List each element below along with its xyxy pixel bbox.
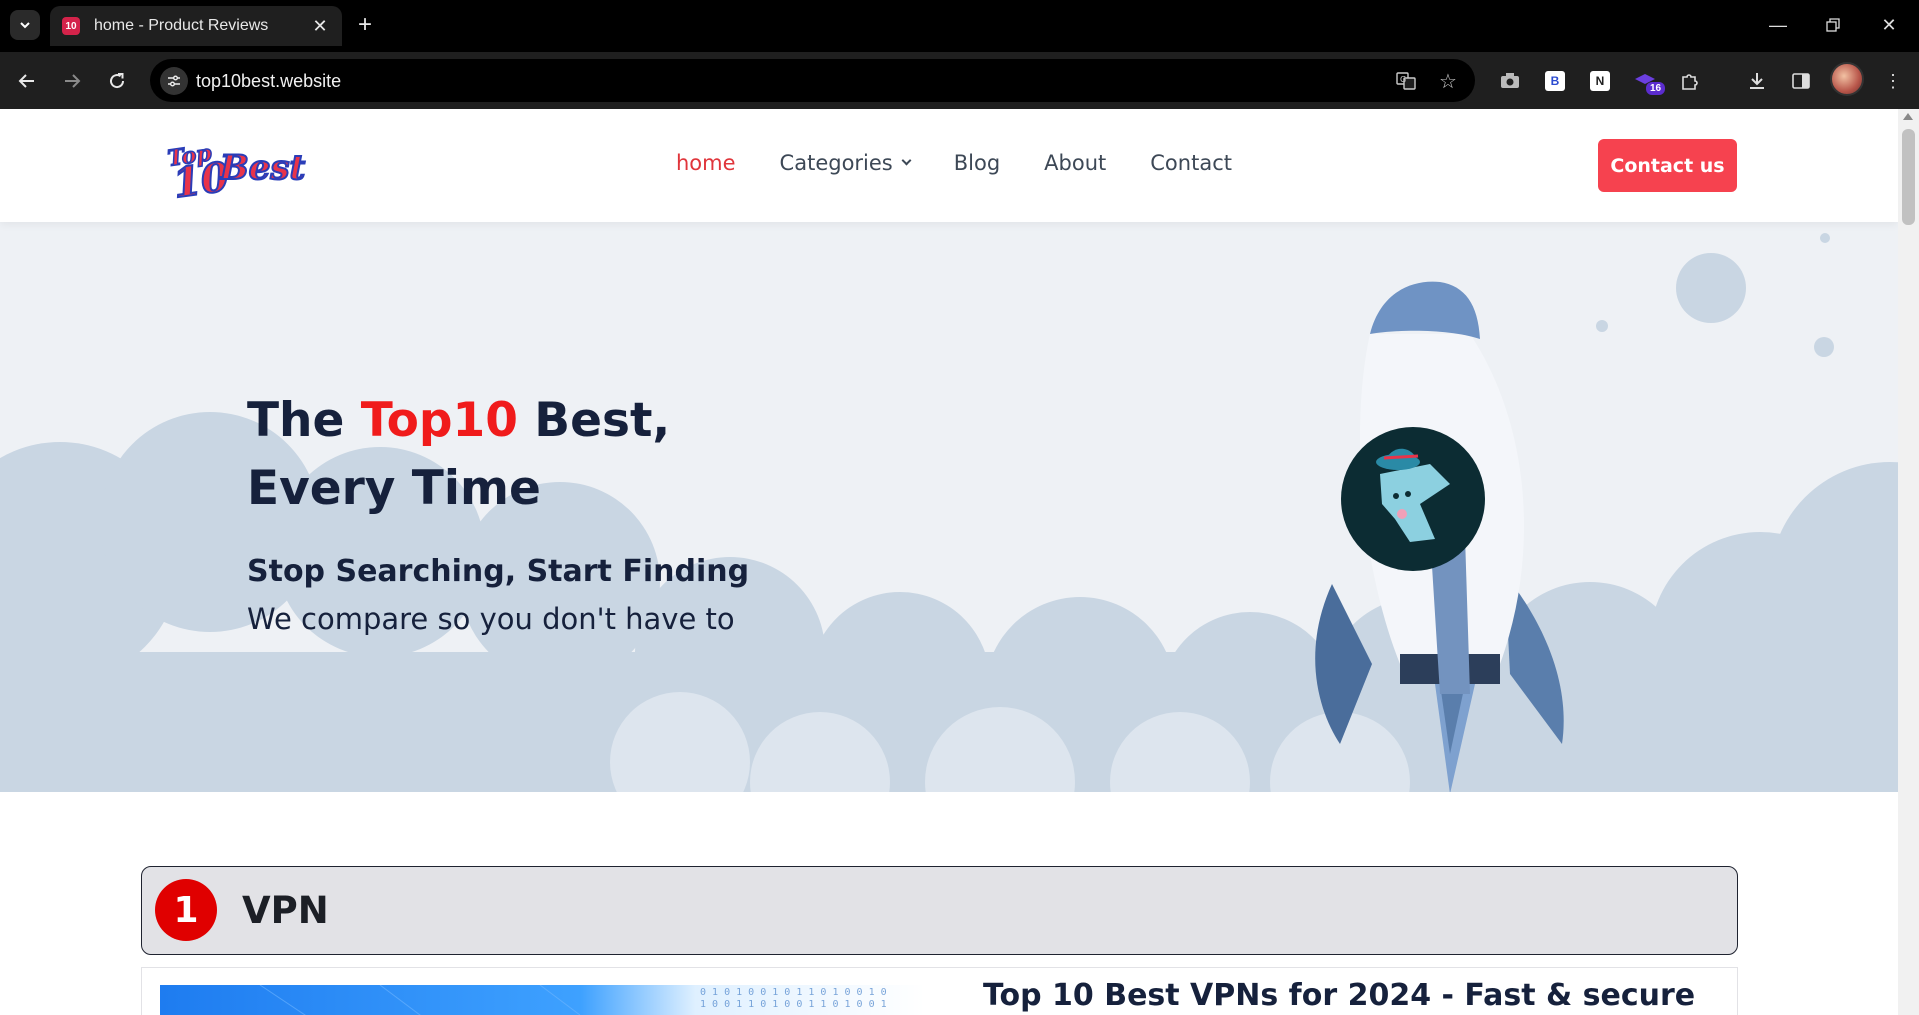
bookmark-star-icon[interactable]: ☆	[1437, 70, 1459, 93]
article-card[interactable]: 0 1 0 1 0 0 1 0 1 1 0 1 0 0 1 0 1 0 0 1 …	[141, 967, 1738, 1015]
browser-tab-bar: 10 home - Product Reviews ✕ + — ✕	[0, 0, 1919, 52]
arrow-left-icon	[18, 74, 34, 88]
url-text: top10best.website	[196, 71, 342, 91]
tune-icon	[168, 75, 180, 87]
hero-title-line2: Every Time	[247, 461, 541, 516]
arrow-right-icon	[65, 74, 81, 88]
nav-blog[interactable]: Blog	[954, 151, 1000, 175]
site-header: Top 10 Best home Categories Blog About C…	[0, 109, 1898, 222]
nav-about[interactable]: About	[1044, 151, 1106, 175]
new-tab-button[interactable]: +	[352, 12, 378, 38]
nav-categories[interactable]: Categories	[779, 151, 912, 175]
hero-title: The Top10 Best, Every Time	[247, 387, 670, 523]
back-button[interactable]	[12, 66, 42, 96]
close-window-button[interactable]: ✕	[1869, 10, 1909, 40]
top10-best-logo-icon: Top 10 Best	[165, 139, 306, 208]
site-info-button[interactable]	[160, 67, 188, 95]
chevron-down-icon	[20, 22, 30, 29]
browser-toolbar: top10best.website G ☆ B N 16 ⋮	[0, 52, 1919, 109]
nav-categories-label: Categories	[779, 151, 893, 175]
hero-title-suffix: Best,	[517, 393, 671, 448]
notion-extension-icon[interactable]: N	[1587, 68, 1613, 94]
scroll-up-icon[interactable]	[1903, 113, 1913, 120]
svg-text:Best: Best	[219, 148, 306, 188]
minimize-button[interactable]: —	[1758, 10, 1798, 40]
restore-button[interactable]	[1813, 10, 1853, 40]
page-scrollbar[interactable]	[1898, 109, 1919, 1015]
category-number-badge: 1	[155, 879, 217, 941]
bold-extension-icon[interactable]: B	[1542, 68, 1568, 94]
browser-menu-icon[interactable]: ⋮	[1880, 68, 1906, 94]
svg-text:1 0 0 1 1 0 1 0 0 1 1 0 1 0 0: 1 0 0 1 1 0 1 0 0 1 1 0 1 0 0 1	[700, 999, 887, 1010]
hero-section: The Top10 Best, Every Time Stop Searchin…	[0, 222, 1898, 792]
site-favicon-icon: 10	[62, 17, 80, 35]
hero-subtitle: Stop Searching, Start Finding	[247, 554, 750, 589]
nav-contact[interactable]: Contact	[1150, 151, 1232, 175]
rocket-illustration	[1300, 274, 1600, 792]
contact-us-button[interactable]: Contact us	[1598, 139, 1737, 192]
tab-title: home - Product Reviews	[94, 17, 269, 34]
nav-home[interactable]: home	[676, 151, 736, 175]
close-tab-icon[interactable]: ✕	[310, 16, 330, 37]
puzzle-extensions-icon[interactable]	[1677, 68, 1703, 94]
svg-text:G: G	[1400, 75, 1406, 84]
reload-icon	[110, 73, 125, 89]
svg-text:0 1 0 1 0 0 1 0 1 1 0 1 0 0 1: 0 1 0 1 0 0 1 0 1 1 0 1 0 0 1 0	[700, 987, 887, 998]
graduation-cap-extension-icon[interactable]: 16	[1632, 68, 1666, 95]
main-nav: home Categories Blog About Contact	[676, 151, 1276, 175]
network-pattern-image: 0 1 0 1 0 0 1 0 1 1 0 1 0 0 1 0 1 0 0 1 …	[259, 985, 887, 1015]
restore-icon	[1826, 18, 1840, 32]
article-title[interactable]: Top 10 Best VPNs for 2024 - Fast & secur…	[983, 978, 1695, 1013]
site-logo[interactable]: Top 10 Best	[165, 129, 315, 208]
article-thumbnail[interactable]: 0 1 0 1 0 0 1 0 1 1 0 1 0 0 1 0 1 0 0 1 …	[160, 985, 925, 1015]
tab-search-button[interactable]	[10, 10, 40, 40]
side-panel-icon[interactable]	[1788, 68, 1814, 94]
camera-extension-icon[interactable]	[1497, 68, 1523, 94]
forward-button[interactable]	[57, 66, 87, 96]
category-name: VPN	[242, 889, 329, 932]
translate-icon[interactable]: G	[1395, 70, 1417, 92]
browser-tab[interactable]: 10 home - Product Reviews ✕	[50, 6, 342, 46]
extension-badge: 16	[1646, 82, 1666, 95]
hero-subtitle-2: We compare so you don't have to	[247, 602, 735, 636]
hero-title-prefix: The	[247, 393, 361, 448]
category-header-vpn[interactable]: 1 VPN	[141, 866, 1738, 955]
scrollbar-thumb[interactable]	[1902, 129, 1915, 225]
reload-button[interactable]	[102, 66, 132, 96]
hero-title-highlight: Top10	[360, 393, 518, 448]
web-page: Top 10 Best home Categories Blog About C…	[0, 109, 1898, 1015]
chevron-down-icon	[901, 155, 912, 166]
profile-avatar[interactable]	[1830, 62, 1864, 96]
download-icon[interactable]	[1744, 68, 1770, 94]
address-bar[interactable]: top10best.website G ☆	[150, 59, 1475, 102]
